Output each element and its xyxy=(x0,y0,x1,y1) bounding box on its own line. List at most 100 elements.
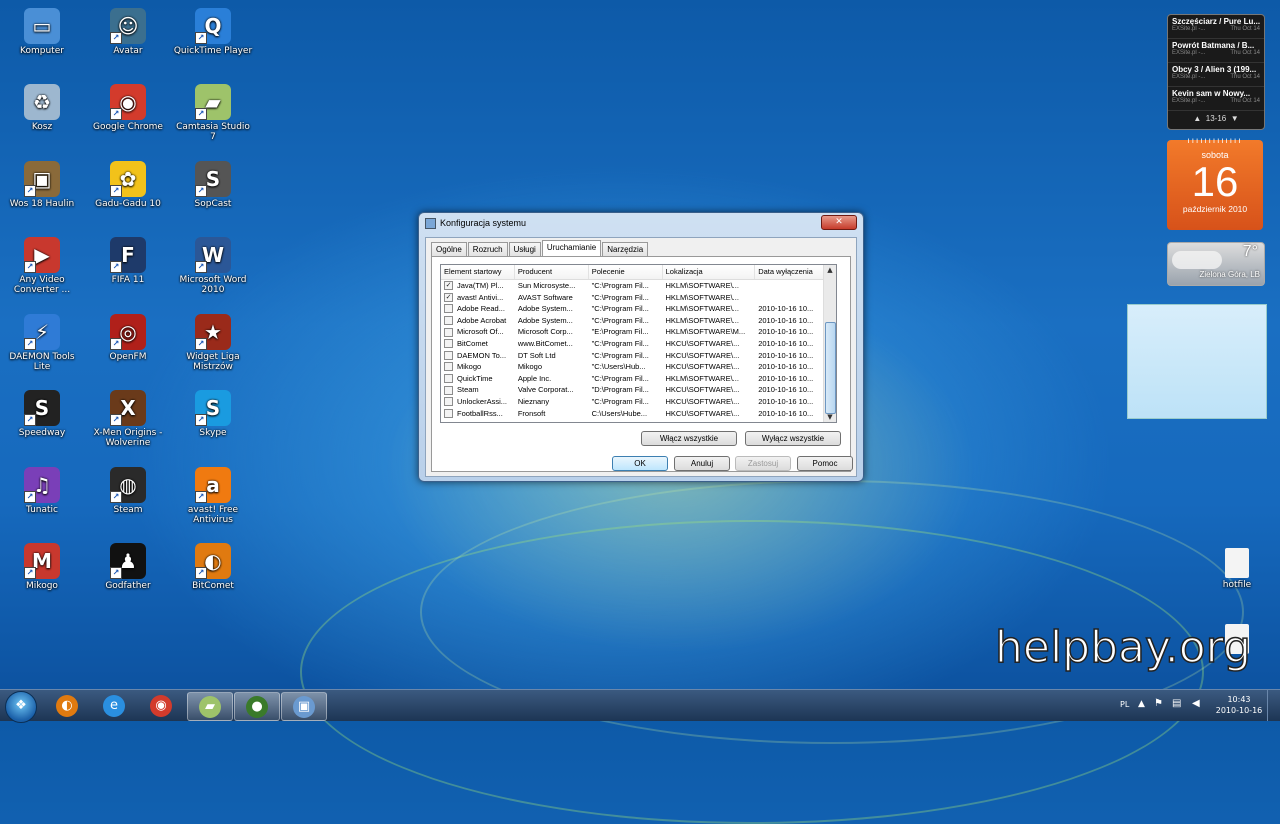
startup-checkbox[interactable]: ✓ xyxy=(444,292,453,302)
startup-checkbox[interactable] xyxy=(444,374,453,384)
startup-checkbox[interactable] xyxy=(444,327,453,337)
table-row[interactable]: Adobe Read... Adobe System... "C:\Program … xyxy=(441,303,836,315)
vertical-scrollbar[interactable]: ▲ ▼ xyxy=(823,265,836,422)
tab-0[interactable]: Ogólne xyxy=(431,242,467,256)
column-header[interactable]: Producent xyxy=(515,265,589,279)
desktop-icon[interactable]: X ↗ X-Men Origins - Wolverine xyxy=(88,386,168,448)
cell-vendor: Adobe System... xyxy=(517,315,573,325)
startup-checkbox[interactable] xyxy=(444,408,453,418)
help-button[interactable]: Pomoc xyxy=(797,456,853,471)
weather-gadget[interactable]: 7° Zielona Góra, LB xyxy=(1167,242,1265,286)
scroll-up-icon[interactable]: ▲ xyxy=(824,265,836,275)
table-row[interactable]: DAEMON To... DT Soft Ltd "C:\Program Fil..… xyxy=(441,350,836,362)
startup-checkbox[interactable] xyxy=(444,304,453,314)
startup-checkbox[interactable] xyxy=(444,339,453,349)
show-desktop-button[interactable] xyxy=(1267,690,1280,721)
startup-checkbox[interactable]: ✓ xyxy=(444,281,453,291)
ok-button[interactable]: OK xyxy=(612,456,668,471)
tab-1[interactable]: Rozruch xyxy=(467,242,508,256)
desktop-icon[interactable]: S ↗ Skype xyxy=(173,386,253,438)
taskbar-button[interactable]: ● xyxy=(234,692,280,721)
desktop-icon[interactable]: ▭ Komputer xyxy=(2,4,82,56)
sticky-note-gadget[interactable] xyxy=(1127,304,1267,419)
desktop-icon[interactable]: ◎ ↗ OpenFM xyxy=(88,310,168,362)
table-row[interactable]: Mikogo Mikogo "C:\Users\Hub... HKCU\SOFTWAR… xyxy=(441,361,836,373)
desktop-icon[interactable]: hotfile xyxy=(1197,544,1277,590)
desktop-icon[interactable]: ▣ ↗ Wos 18 Haulin xyxy=(2,157,82,209)
tab-2[interactable]: Usługi xyxy=(508,242,541,256)
taskbar-button[interactable]: e xyxy=(92,692,136,719)
desktop-icon[interactable]: ▶ ↗ Any Video Converter ... xyxy=(2,233,82,295)
clock[interactable]: 10:43 2010-10-16 xyxy=(1214,694,1264,716)
feed-item[interactable]: Obcy 3 / Alien 3 (199... EXSite.pl -... Th… xyxy=(1168,63,1264,87)
scrollbar-thumb[interactable] xyxy=(825,322,836,414)
enable-all-button[interactable]: Włącz wszystkie xyxy=(641,431,737,446)
table-row[interactable]: BitComet www.BitComet... "C:\Program Fil..… xyxy=(441,338,836,350)
desktop-icon[interactable]: ♻ Kosz xyxy=(2,80,82,132)
scroll-down-icon[interactable]: ▼ xyxy=(824,412,836,422)
column-header[interactable]: Element startowy xyxy=(441,265,515,279)
startup-checkbox[interactable] xyxy=(444,385,453,395)
dialog-titlebar[interactable]: Konfiguracja systemu xyxy=(419,213,863,233)
desktop-icon[interactable]: S ↗ Speedway xyxy=(2,386,82,438)
desktop-icon[interactable]: ♟ ↗ Godfather xyxy=(88,539,168,591)
desktop-icon[interactable]: M ↗ Mikogo xyxy=(2,539,82,591)
table-row[interactable]: ✓ avast! Antivi... AVAST Software "C:\Progr… xyxy=(441,292,836,304)
table-row[interactable]: Steam Valve Corporat... "D:\Program Fil...… xyxy=(441,384,836,396)
taskbar-button[interactable]: ▣ xyxy=(281,692,327,721)
close-button[interactable]: ✕ xyxy=(821,215,857,230)
desktop-icon[interactable]: F ↗ FIFA 11 xyxy=(88,233,168,285)
tab-3[interactable]: Uruchamianie xyxy=(541,240,602,256)
feed-prev-icon[interactable]: ▲ xyxy=(1193,114,1201,123)
tab-4[interactable]: Narzędzia xyxy=(602,242,649,256)
feed-nav[interactable]: ▲ 13-16 ▼ xyxy=(1168,114,1264,123)
feed-item-date: Thu Oct 14 xyxy=(1230,26,1260,32)
table-row[interactable]: UnlockerAssi... Nieznany "C:\Program Fil..… xyxy=(441,396,836,408)
cancel-button[interactable]: Anuluj xyxy=(674,456,730,471)
startup-checkbox[interactable] xyxy=(444,362,453,372)
calendar-gadget[interactable]: ııııııııııııı sobota 16 październik 2010 xyxy=(1167,136,1263,230)
table-row[interactable]: Microsoft Of... Microsoft Corp... "E:\Prog… xyxy=(441,326,836,338)
desktop-icon[interactable]: Q ↗ QuickTime Player xyxy=(173,4,253,56)
startup-item-name: BitComet xyxy=(457,339,488,349)
apply-button[interactable]: Zastosuj xyxy=(735,456,791,471)
desktop-icon[interactable]: ✿ ↗ Gadu-Gadu 10 xyxy=(88,157,168,209)
desktop-icon[interactable]: ♫ ↗ Tunatic xyxy=(2,463,82,515)
network-icon[interactable]: ▤ xyxy=(1172,698,1181,709)
desktop-icon[interactable]: ☺ ↗ Avatar xyxy=(88,4,168,56)
computer-icon: ▭ xyxy=(24,8,60,44)
taskbar-button[interactable]: ▰ xyxy=(187,692,233,721)
table-row[interactable]: QuickTime Apple Inc. "C:\Program Fil... HKL… xyxy=(441,373,836,385)
disable-all-button[interactable]: Wyłącz wszystkie xyxy=(745,431,841,446)
feed-next-icon[interactable]: ▼ xyxy=(1231,114,1239,123)
desktop-icon[interactable]: ◐ ↗ BitComet xyxy=(173,539,253,591)
column-header[interactable]: Polecenie xyxy=(589,265,663,279)
table-row[interactable]: FootballRss... Fronsoft C:\Users\Hube... HK… xyxy=(441,408,836,420)
feed-item[interactable]: Szczęściarz / Pure Lu... EXSite.pl -... Th… xyxy=(1168,15,1264,39)
column-header[interactable]: Lokalizacja xyxy=(663,265,756,279)
taskbar-button[interactable]: ◐ xyxy=(45,692,89,719)
startup-checkbox[interactable] xyxy=(444,397,453,407)
desktop-icon[interactable]: S ↗ SopCast xyxy=(173,157,253,209)
desktop-icon[interactable]: ⚡ ↗ DAEMON Tools Lite xyxy=(2,310,82,372)
startup-checkbox[interactable] xyxy=(444,350,453,360)
tray-flag-icon[interactable]: ⚑ xyxy=(1154,698,1163,709)
taskbar-button[interactable]: ◉ xyxy=(139,692,183,719)
feed-item[interactable]: Kevin sam w Nowy... EXSite.pl -... Thu Oct… xyxy=(1168,87,1264,111)
table-row[interactable]: ✓ Java(TM) Pl... Sun Microsyste... "C:\Prog… xyxy=(441,280,836,292)
desktop-icon[interactable]: W ↗ Microsoft Word 2010 xyxy=(173,233,253,295)
fifa-icon: F ↗ xyxy=(110,237,146,273)
feed-headlines-gadget[interactable]: Szczęściarz / Pure Lu... EXSite.pl -... Th… xyxy=(1167,14,1265,130)
table-row[interactable]: Adobe Acrobat Adobe System... "C:\Program … xyxy=(441,315,836,327)
desktop-icon[interactable]: a ↗ avast! Free Antivirus xyxy=(173,463,253,525)
volume-icon[interactable]: ◀ xyxy=(1192,698,1200,709)
desktop-icon[interactable]: ◉ ↗ Google Chrome xyxy=(88,80,168,132)
start-button[interactable]: ❖ xyxy=(5,691,37,723)
desktop-icon[interactable]: ▰ ↗ Camtasia Studio 7 xyxy=(173,80,253,142)
show-hidden-icons[interactable]: ▲ xyxy=(1138,699,1145,709)
desktop-icon[interactable]: ★ ↗ Widget Liga Mistrzów xyxy=(173,310,253,372)
feed-item[interactable]: Powrót Batmana / B... EXSite.pl -... Thu O… xyxy=(1168,39,1264,63)
desktop-icon[interactable]: ◍ ↗ Steam xyxy=(88,463,168,515)
startup-checkbox[interactable] xyxy=(444,316,453,326)
language-indicator[interactable]: PL xyxy=(1120,700,1129,709)
